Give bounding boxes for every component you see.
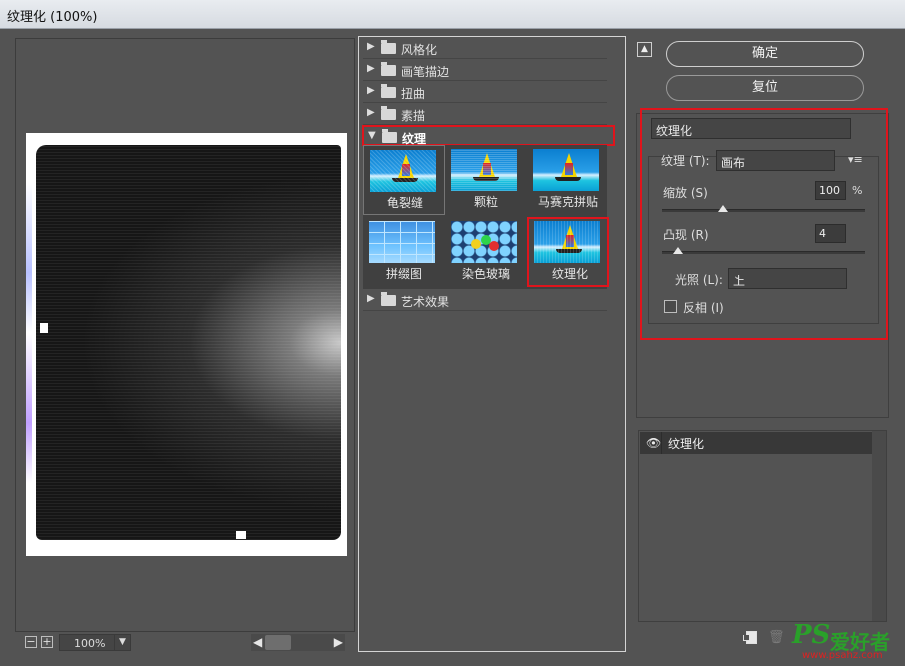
effect-layer-row[interactable]: 👁 纹理化	[640, 432, 872, 454]
thumbnail-image	[534, 221, 600, 263]
collapse-arrow-icon[interactable]: ▼	[368, 130, 376, 141]
scroll-thumb[interactable]	[265, 635, 291, 650]
filter-thumb-grain[interactable]: 颗粒	[445, 145, 527, 215]
collapse-gallery-icon[interactable]: ▲	[637, 42, 652, 57]
preview-speck	[40, 323, 48, 333]
category-label: 扭曲	[401, 87, 426, 101]
preview-hscroll[interactable]: ◀ ▶	[251, 634, 345, 651]
filter-thumb-patchwork[interactable]: 拼缀图	[363, 217, 445, 287]
scroll-left-icon[interactable]: ◀	[253, 634, 262, 651]
preview-edge-fringe	[26, 183, 32, 483]
zoom-in-button[interactable]: +	[41, 636, 53, 648]
layers-scrollbar[interactable]	[872, 431, 886, 621]
reset-button[interactable]: 复位	[666, 75, 864, 101]
expand-arrow-icon[interactable]: ▶	[367, 41, 375, 52]
zoom-bar: − + 100% ▼ ◀ ▶	[25, 634, 355, 652]
filter-thumb-label: 马赛克拼贴	[537, 195, 598, 209]
expand-arrow-icon[interactable]: ▶	[367, 107, 375, 118]
folder-icon	[381, 40, 396, 54]
filter-thumb-stained-glass[interactable]: 染色玻璃	[445, 217, 527, 287]
window-title: 纹理化 (100%)	[7, 10, 98, 25]
expand-arrow-icon[interactable]: ▶	[367, 63, 375, 74]
zoom-value: 100%	[74, 637, 106, 650]
filter-thumb-label: 拼缀图	[385, 267, 422, 281]
filter-gallery: ▶ 风格化 ▶ 画笔描边 ▶ 扭曲 ▶ 素描 ▼ 纹理 龟裂缝 颗粒 马赛克拼贴	[358, 36, 626, 652]
scroll-right-icon[interactable]: ▶	[334, 634, 343, 651]
category-sketch[interactable]: ▶ 素描	[363, 104, 607, 125]
chevron-down-icon[interactable]: ▼	[114, 635, 130, 650]
ok-button[interactable]: 确定	[666, 41, 864, 67]
filter-thumb-craquelure[interactable]: 龟裂缝	[363, 145, 445, 215]
trash-icon[interactable]: 🗑	[768, 630, 785, 645]
zoom-select[interactable]: 100% ▼	[59, 634, 131, 651]
folder-open-icon	[382, 129, 397, 143]
category-texture[interactable]: ▼ 纹理	[362, 125, 615, 146]
eye-icon[interactable]: 👁	[646, 436, 661, 450]
thumbnail-image	[369, 221, 435, 263]
filter-thumb-label: 龟裂缝	[386, 196, 423, 210]
expand-arrow-icon[interactable]: ▶	[367, 85, 375, 96]
thumbnail-image	[451, 149, 517, 191]
watermark-url: www.psahz.com	[802, 650, 883, 661]
filter-thumb-label: 颗粒	[473, 195, 498, 209]
settings-highlight-frame	[640, 108, 888, 340]
preview-pane: − + 100% ▼ ◀ ▶	[5, 30, 355, 660]
category-artistic[interactable]: ▶ 艺术效果	[363, 290, 607, 311]
category-stylize[interactable]: ▶ 风格化	[363, 38, 607, 59]
window-titlebar: 纹理化 (100%)	[0, 0, 905, 29]
folder-icon	[381, 292, 396, 306]
category-label: 艺术效果	[401, 295, 450, 309]
preview-textured-area	[36, 145, 341, 540]
texture-thumbnails: 龟裂缝 颗粒 马赛克拼贴 拼缀图 染色玻璃 纹理化	[363, 145, 609, 289]
category-distort[interactable]: ▶ 扭曲	[363, 82, 607, 103]
folder-icon	[381, 84, 396, 98]
filter-thumb-mosaic-tiles[interactable]: 马赛克拼贴	[527, 145, 609, 215]
preview-frame	[15, 38, 355, 632]
expand-arrow-icon[interactable]: ▶	[367, 293, 375, 304]
effect-layers-panel: 👁 纹理化	[638, 430, 887, 622]
thumbnail-image	[533, 149, 599, 191]
layer-divider	[661, 432, 662, 454]
category-label: 素描	[401, 109, 426, 123]
thumbnail-image	[451, 221, 517, 263]
watermark: PS 爱好者 www.psahz.com	[788, 620, 903, 664]
folder-icon	[381, 62, 396, 76]
category-label: 风格化	[401, 43, 438, 57]
preview-image[interactable]	[26, 133, 347, 556]
category-brush-strokes[interactable]: ▶ 画笔描边	[363, 60, 607, 81]
zoom-out-button[interactable]: −	[25, 636, 37, 648]
filter-thumb-label: 纹理化	[551, 267, 588, 281]
preview-speck	[236, 531, 246, 539]
filter-thumb-label: 染色玻璃	[461, 267, 510, 281]
filter-thumb-texturizer[interactable]: 纹理化	[527, 217, 609, 287]
folder-icon	[381, 106, 396, 120]
watermark-logo: PS	[792, 620, 831, 650]
thumbnail-image	[370, 150, 436, 192]
effect-layer-name: 纹理化	[668, 437, 705, 451]
new-effect-layer-icon[interactable]	[743, 631, 757, 644]
category-label: 画笔描边	[401, 65, 450, 79]
